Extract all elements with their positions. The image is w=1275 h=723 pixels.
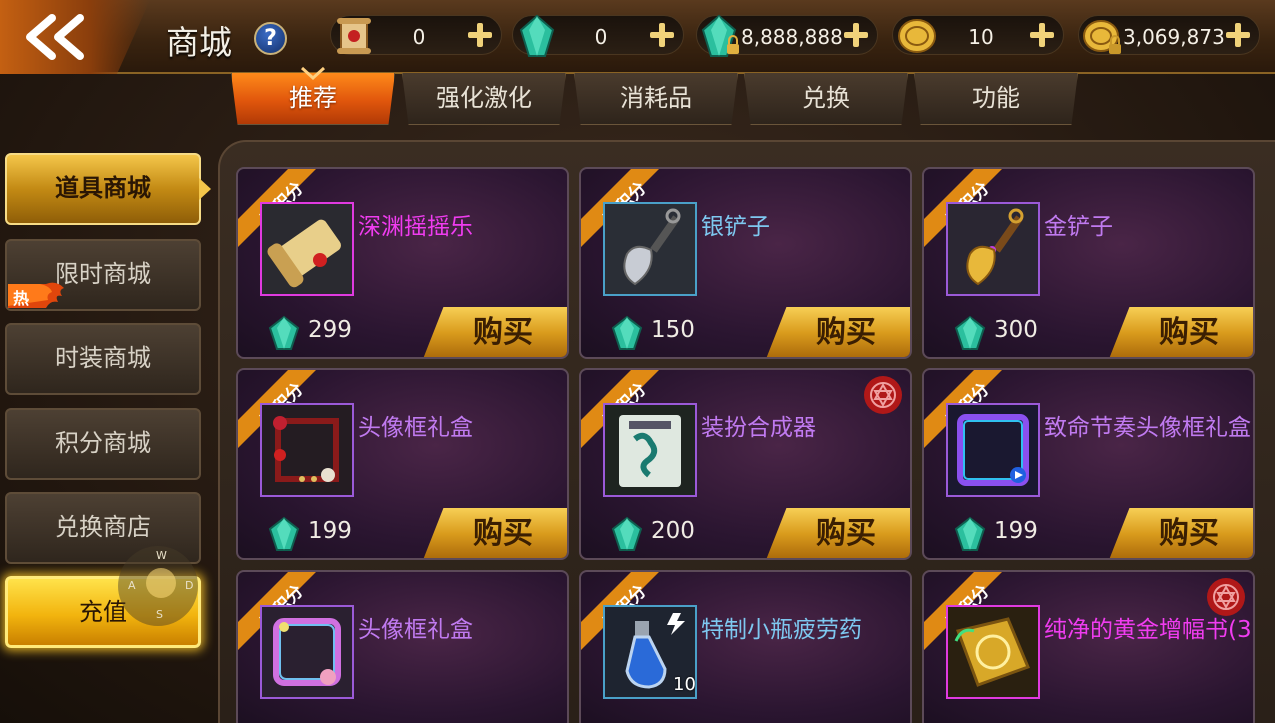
item-name: 纯净的黄金增幅书(30 xyxy=(1044,617,1255,643)
plus-icon[interactable] xyxy=(465,20,495,50)
item-name: 银铲子 xyxy=(701,214,770,240)
tab-indicator-icon xyxy=(300,66,326,81)
sidebar-item-item-shop[interactable]: 道具商城 xyxy=(5,153,201,225)
item-stack-count: 10 xyxy=(673,674,696,695)
joystick-key-s: S xyxy=(156,608,163,621)
item-name: 深渊摇摇乐 xyxy=(358,214,473,240)
item-name: 装扮合成器 xyxy=(701,415,816,441)
joystick-knob[interactable] xyxy=(146,568,176,598)
item-price: 150 xyxy=(651,317,695,343)
wax-seal-icon xyxy=(864,376,902,414)
item-card: 赠积分 深渊摇摇乐 299 购买 xyxy=(236,167,569,359)
gold-coin-icon xyxy=(898,19,936,53)
item-icon-frame[interactable] xyxy=(946,605,1040,699)
item-name: 头像框礼盒 xyxy=(358,415,473,441)
diamond-icon xyxy=(611,315,643,350)
item-card: 赠积分 金铲子 300 购买 xyxy=(922,167,1255,359)
item-card: 赠积分 致命节奏头像框礼盒 199 购买 xyxy=(922,368,1255,560)
item-price: 200 xyxy=(651,518,695,544)
item-icon-frame[interactable] xyxy=(260,202,354,296)
buy-button[interactable]: 购买 xyxy=(766,508,910,558)
item-icon-frame[interactable] xyxy=(946,202,1040,296)
top-bar: 商城 ? 0 0 8,888,888 10 3,069,873 xyxy=(0,0,1275,74)
avatar-frame-box-icon xyxy=(262,607,352,697)
item-card: 赠积分 银铲子 150 购买 xyxy=(579,167,912,359)
currency-value: 0 xyxy=(412,25,426,49)
tab-consumables[interactable]: 消耗品 xyxy=(574,73,738,125)
diamond-icon xyxy=(519,14,555,57)
buy-button[interactable]: 购买 xyxy=(1109,508,1253,558)
double-chevron-left-icon xyxy=(26,14,84,60)
plus-icon[interactable] xyxy=(841,20,871,50)
item-icon-frame[interactable] xyxy=(260,605,354,699)
item-icon-frame[interactable] xyxy=(603,403,697,497)
buy-button[interactable]: 购买 xyxy=(1109,307,1253,357)
joystick-key-d: D xyxy=(185,579,194,592)
item-price: 199 xyxy=(308,518,352,544)
diamond-icon xyxy=(611,516,643,551)
currency-value: 3,069,873 xyxy=(1123,25,1225,49)
item-name: 特制小瓶疲劳药 xyxy=(701,617,862,643)
dress-synthesizer-icon xyxy=(605,405,695,495)
gold-shovel-icon xyxy=(948,204,1038,294)
currency-diamond: 0 xyxy=(512,14,684,57)
page-title: 商城 xyxy=(166,23,232,62)
currency-locked-diamond: 8,888,888 xyxy=(696,14,878,57)
item-icon-frame[interactable] xyxy=(603,202,697,296)
item-name: 头像框礼盒 xyxy=(358,617,473,643)
joystick-key-a: A xyxy=(128,579,136,592)
item-card: 赠积分 纯净的黄金增幅书(30 xyxy=(922,570,1255,723)
currency-gold-coin: 10 xyxy=(892,15,1064,55)
scroll-icon xyxy=(337,18,371,54)
plus-icon[interactable] xyxy=(1223,20,1253,50)
buy-button[interactable]: 购买 xyxy=(423,508,567,558)
item-price: 300 xyxy=(994,317,1038,343)
item-icon-frame[interactable] xyxy=(260,403,354,497)
locked-coin-icon xyxy=(1083,20,1121,54)
item-icon-frame[interactable] xyxy=(946,403,1040,497)
item-price: 199 xyxy=(994,518,1038,544)
item-card: 赠积分 10 特制小瓶疲劳药 xyxy=(579,570,912,723)
hot-badge: 热 xyxy=(6,280,68,312)
plus-icon[interactable] xyxy=(1027,20,1057,50)
sidebar-item-points-shop[interactable]: 积分商城 xyxy=(5,408,201,480)
currency-value: 10 xyxy=(968,25,994,49)
rhythm-frame-box-icon xyxy=(948,405,1038,495)
diamond-icon xyxy=(268,516,300,551)
item-card: 赠积分 头像框礼盒 199 购买 xyxy=(236,368,569,560)
tab-functions[interactable]: 功能 xyxy=(914,73,1078,125)
diamond-icon xyxy=(954,516,986,551)
help-icon[interactable]: ? xyxy=(254,22,287,55)
buy-button[interactable]: 购买 xyxy=(423,307,567,357)
sidebar-item-fashion-shop[interactable]: 时装商城 xyxy=(5,323,201,395)
gold-book-icon xyxy=(948,607,1038,697)
avatar-frame-box-icon xyxy=(262,405,352,495)
tab-enhance[interactable]: 强化激化 xyxy=(402,73,566,125)
locked-diamond-icon xyxy=(701,14,739,57)
silver-shovel-icon xyxy=(605,204,695,294)
back-button[interactable] xyxy=(0,0,150,74)
buy-button[interactable]: 购买 xyxy=(766,307,910,357)
item-name: 致命节奏头像框礼盒 xyxy=(1044,415,1251,441)
sidebar-pointer-icon xyxy=(199,178,211,200)
currency-value: 0 xyxy=(594,25,608,49)
currency-value: 8,888,888 xyxy=(741,25,843,49)
hot-badge-label: 热 xyxy=(13,289,30,308)
virtual-joystick[interactable]: W A S D xyxy=(118,546,198,626)
item-name: 金铲子 xyxy=(1044,214,1113,240)
currency-locked-coin: 3,069,873 xyxy=(1078,15,1260,55)
plus-icon[interactable] xyxy=(647,20,677,50)
diamond-icon xyxy=(954,315,986,350)
item-card: 赠积分 装扮合成器 200 购买 xyxy=(579,368,912,560)
joystick-key-w: W xyxy=(156,549,167,562)
scroll-item-icon xyxy=(262,204,352,294)
item-card: 赠积分 头像框礼盒 xyxy=(236,570,569,723)
diamond-icon xyxy=(268,315,300,350)
tab-exchange[interactable]: 兑换 xyxy=(744,73,908,125)
item-price: 299 xyxy=(308,317,352,343)
currency-scroll: 0 xyxy=(330,15,502,55)
